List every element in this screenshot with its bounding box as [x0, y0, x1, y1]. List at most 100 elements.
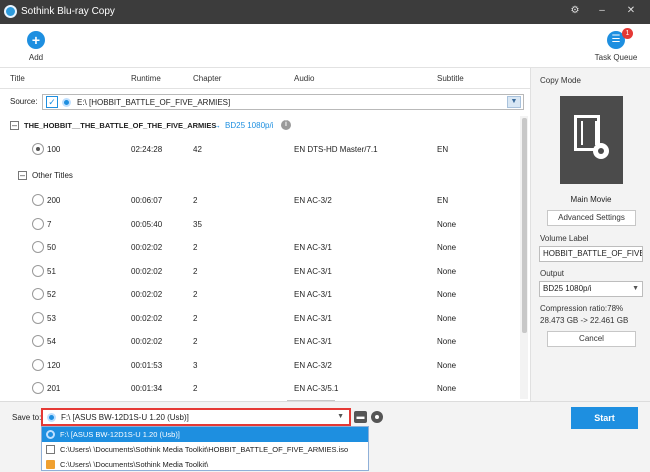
row-subtitle: None [437, 266, 457, 276]
disc-icon [46, 430, 55, 439]
table-row[interactable]: 201 00:01:34 2 EN AC-3/5.1 None [0, 377, 518, 400]
row-subtitle: None [437, 384, 457, 393]
table-row[interactable]: 50 00:02:02 2 EN AC-3/1 None [0, 236, 518, 259]
folder-icon[interactable]: ▬ [354, 411, 367, 423]
row-subtitle: None [437, 243, 457, 252]
row-runtime: 00:02:02 [131, 313, 163, 323]
main-title-name: THE_HOBBIT__THE_BATTLE_OF_THE_FIVE_ARMIE… [24, 121, 217, 130]
table-row[interactable]: 200 00:06:07 2 EN AC-3/2 EN [0, 189, 518, 212]
app-logo-icon [4, 5, 17, 18]
copy-mode-panel: Copy Mode Main Movie Advanced Settings V… [530, 68, 650, 401]
title-radio[interactable] [32, 241, 44, 253]
window-title: Sothink Blu-ray Copy [21, 6, 115, 17]
save-to-dropdown: F:\ [ASUS BW-12D1S-U 1.20 (Usb)] C:\User… [41, 426, 369, 471]
advanced-settings-button[interactable]: Advanced Settings [547, 210, 636, 226]
chevron-down-icon[interactable]: ▼ [507, 96, 521, 108]
info-icon[interactable]: i [281, 120, 291, 130]
volume-label-input[interactable]: HOBBIT_BATTLE_OF_FIVE_ [539, 246, 643, 262]
burn-settings-icon[interactable] [371, 411, 383, 423]
folder-icon [46, 460, 55, 469]
row-title: 51 [47, 266, 56, 276]
dropdown-item-label: C:\Users\ \Documents\Sothink Media Toolk… [60, 445, 349, 454]
collapse-main-icon[interactable]: – [10, 121, 19, 130]
cancel-button[interactable]: Cancel [547, 331, 636, 347]
col-chapter[interactable]: Chapter [193, 74, 221, 83]
output-select[interactable]: BD25 1080p/i ▼ [539, 281, 643, 297]
start-button[interactable]: Start [571, 407, 638, 429]
table-row[interactable]: 54 00:02:02 2 EN AC-3/1 None [0, 330, 518, 353]
table-row[interactable]: 120 00:01:53 3 EN AC-3/2 None [0, 354, 518, 377]
title-radio[interactable] [32, 382, 44, 394]
title-radio[interactable] [32, 194, 44, 206]
add-button[interactable]: + Add [20, 31, 52, 65]
title-list-panel: Title Runtime Chapter Audio Subtitle Sou… [0, 68, 530, 404]
row-audio: EN DTS-HD Master/7.1 [294, 145, 378, 154]
title-radio[interactable] [32, 143, 44, 155]
target-format: BD25 1080p/i [225, 121, 274, 130]
dropdown-item[interactable]: C:\Users\ \Documents\Sothink Media Toolk… [42, 457, 368, 472]
row-chapter: 2 [193, 384, 198, 393]
collapse-other-icon[interactable]: – [18, 171, 27, 180]
close-icon[interactable]: ✕ [624, 4, 638, 18]
settings-icon[interactable]: ⚙ [568, 4, 582, 18]
task-queue-label: Task Queue [594, 53, 638, 62]
title-radio[interactable] [32, 358, 44, 371]
row-title: 7 [47, 219, 52, 229]
add-label: Add [28, 53, 44, 62]
volume-label-label: Volume Label [540, 234, 589, 243]
row-runtime: 00:06:07 [131, 196, 163, 205]
row-subtitle: EN [437, 145, 449, 154]
chevron-down-icon[interactable]: ▼ [337, 413, 344, 420]
row-title: 52 [47, 290, 56, 299]
title-radio[interactable] [32, 217, 44, 230]
save-to-select[interactable]: F:\ [ASUS BW-12D1S-U 1.20 (Usb)] ▼ [41, 408, 351, 426]
scrollbar-thumb[interactable] [522, 118, 527, 333]
source-checkbox[interactable]: ✓ [46, 96, 58, 108]
mode-name: Main Movie [570, 195, 612, 204]
iso-file-icon [46, 445, 55, 454]
row-audio: EN AC-3/2 [294, 360, 332, 370]
row-subtitle: None [437, 219, 457, 229]
table-row[interactable]: 100 02:24:28 42 EN DTS-HD Master/7.1 EN [0, 138, 518, 161]
title-radio[interactable] [32, 288, 44, 300]
col-title[interactable]: Title [10, 74, 25, 83]
col-audio[interactable]: Audio [294, 74, 314, 83]
table-row[interactable]: 51 00:02:02 2 EN AC-3/1 None [0, 260, 518, 283]
dropdown-item[interactable]: F:\ [ASUS BW-12D1S-U 1.20 (Usb)] [42, 427, 368, 442]
task-count-badge: 1 [622, 28, 633, 39]
row-runtime: 00:02:02 [131, 290, 163, 299]
compression-ratio: Compression ratio:78% [540, 304, 624, 313]
row-chapter: 2 [193, 290, 198, 299]
row-title: 53 [47, 313, 56, 323]
row-runtime: 00:01:53 [131, 360, 163, 370]
row-title: 120 [47, 360, 61, 370]
row-chapter: 42 [193, 145, 202, 154]
row-title: 201 [47, 384, 61, 393]
column-header: Title Runtime Chapter Audio Subtitle [0, 68, 530, 89]
row-runtime: 00:05:40 [131, 219, 163, 229]
source-label: Source: [10, 97, 38, 106]
title-radio[interactable] [32, 264, 44, 277]
row-chapter: 2 [193, 266, 198, 276]
table-row[interactable]: 7 00:05:40 35 None [0, 213, 518, 236]
row-runtime: 00:02:02 [131, 243, 163, 252]
disc-icon [62, 98, 71, 107]
main-movie-mode-icon[interactable] [560, 96, 623, 184]
dropdown-item-label: C:\Users\ \Documents\Sothink Media Toolk… [60, 460, 209, 469]
col-runtime[interactable]: Runtime [131, 74, 161, 83]
title-radio[interactable] [32, 335, 44, 347]
copy-mode-label: Copy Mode [540, 76, 581, 85]
row-subtitle: None [437, 313, 457, 323]
source-select[interactable]: ✓ E:\ [HOBBIT_BATTLE_OF_FIVE_ARMIES] ▼ [42, 94, 524, 110]
table-row[interactable]: 52 00:02:02 2 EN AC-3/1 None [0, 283, 518, 306]
title-radio[interactable] [32, 311, 44, 324]
col-subtitle[interactable]: Subtitle [437, 74, 464, 83]
arrow-right-icon: → [213, 121, 221, 130]
task-queue-button[interactable]: ☰ 1 Task Queue [592, 28, 640, 65]
dropdown-item[interactable]: C:\Users\ \Documents\Sothink Media Toolk… [42, 442, 368, 457]
row-runtime: 02:24:28 [131, 145, 163, 154]
minimize-icon[interactable]: – [595, 4, 609, 18]
row-runtime: 00:02:02 [131, 266, 163, 276]
row-audio: EN AC-3/1 [294, 290, 332, 299]
table-row[interactable]: 53 00:02:02 2 EN AC-3/1 None [0, 307, 518, 330]
